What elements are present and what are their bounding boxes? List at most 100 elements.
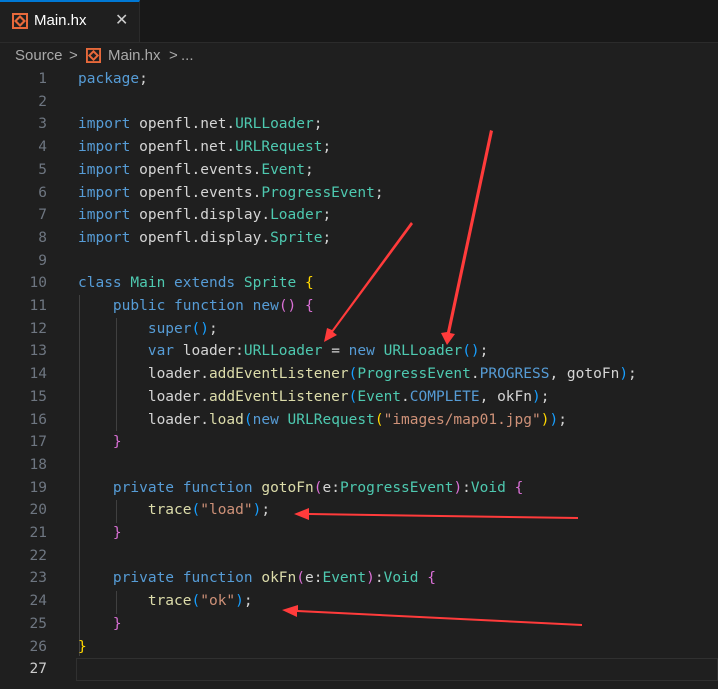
code-token: ; (374, 184, 384, 201)
code-token: ; (479, 343, 489, 360)
code-line[interactable]: 6 import openfl.events.ProgressEvent; (0, 182, 718, 205)
code-line[interactable]: 9 (0, 250, 718, 273)
code-line[interactable]: 16 loader.load(new URLRequest("images/ma… (0, 409, 718, 432)
code-line[interactable]: 14 loader.addEventListener(ProgressEvent… (0, 363, 718, 386)
code-token: . (470, 366, 480, 383)
code-line[interactable]: 20 trace("load"); (0, 499, 718, 522)
code-token: COMPLETE (409, 388, 480, 405)
code-line[interactable]: 18 (0, 454, 718, 477)
code-token: var (147, 343, 175, 360)
code-line[interactable]: 24 trace("ok"); (0, 590, 718, 613)
code-line[interactable]: 26} (0, 636, 718, 659)
code-token: ( (191, 502, 201, 519)
code-editor[interactable]: 1 package; 2 3 import openfl.net.URLLoader; 4… (0, 68, 718, 689)
code-token: { (427, 570, 436, 587)
line-number: 19 (29, 479, 47, 496)
line-code: import openfl.display.Sprite; (78, 227, 331, 250)
code-line[interactable]: 2 (0, 91, 718, 114)
code-token: ( (243, 411, 253, 428)
code-token: Event (322, 570, 367, 587)
line-number: 7 (38, 207, 47, 224)
code-token: ; (243, 593, 253, 610)
line-code: package; (78, 68, 148, 91)
chevron-right-icon: > (69, 47, 78, 64)
code-token: openfl.events. (130, 184, 262, 201)
line-number: 26 (29, 638, 47, 655)
code-line[interactable]: 12 super(); (0, 318, 718, 341)
code-token: ; (139, 71, 148, 87)
code-line[interactable]: 27 (0, 658, 718, 681)
code-token: "ok" (200, 593, 236, 610)
code-line[interactable]: 22 (0, 545, 718, 568)
code-token: okFn (497, 388, 532, 405)
code-line[interactable]: 1 package; (0, 68, 718, 91)
code-line[interactable]: 7 import openfl.display.Loader; (0, 204, 718, 227)
code-token: "images/map01.jpg" (383, 411, 541, 428)
code-line[interactable]: 10 class Main extends Sprite { (0, 272, 718, 295)
code-token: openfl.display. (130, 229, 271, 246)
code-line[interactable]: 23 private function okFn(e:Event):Void { (0, 567, 718, 590)
line-number: 21 (29, 525, 47, 541)
code-line[interactable]: 8 import openfl.display.Sprite; (0, 227, 718, 250)
line-number: 10 (29, 275, 47, 292)
code-token: new (252, 298, 279, 314)
code-token: Void (383, 570, 419, 587)
close-icon[interactable]: ✕ (115, 10, 128, 30)
code-token: private (112, 570, 175, 587)
line-number: 12 (29, 320, 47, 337)
code-token: super (147, 320, 192, 337)
code-token: ( (191, 593, 201, 610)
line-number: 24 (29, 593, 47, 610)
haxe-icon (12, 13, 28, 29)
line-number: 9 (38, 252, 47, 269)
line-code: loader.addEventListener(ProgressEvent.PR… (78, 363, 637, 386)
breadcrumb-file[interactable]: Main.hx (108, 47, 161, 64)
code-token: ProgressEvent (357, 366, 471, 383)
line-number: 14 (29, 366, 47, 383)
code-line[interactable]: 3 import openfl.net.URLLoader; (0, 113, 718, 136)
line-code: private function okFn(e:Event):Void { (78, 567, 436, 590)
code-line[interactable]: 4 import openfl.net.URLRequest; (0, 136, 718, 159)
breadcrumb-folder[interactable]: Source (15, 47, 63, 64)
code-token: ) (619, 366, 629, 383)
line-number: 11 (29, 298, 47, 314)
line-code: import openfl.display.Loader; (78, 204, 331, 227)
code-token: ; (313, 116, 323, 133)
code-line[interactable]: 21 } (0, 522, 718, 545)
line-number: 27 (29, 661, 47, 678)
code-line[interactable]: 25 } (0, 613, 718, 636)
code-token: () (278, 298, 297, 314)
chevron-right-icon: > (169, 47, 178, 64)
line-number: 18 (29, 456, 47, 473)
tab-main-hx[interactable]: Main.hx ✕ (0, 0, 140, 42)
code-line[interactable]: 5 import openfl.events.Event; (0, 159, 718, 182)
code-line[interactable]: 13 var loader:URLLoader = new URLLoader(… (0, 340, 718, 363)
code-line[interactable]: 19 private function gotoFn(e:ProgressEve… (0, 477, 718, 500)
code-token: package (78, 71, 140, 87)
breadcrumb-more[interactable]: ... (181, 47, 194, 64)
line-code: import openfl.net.URLLoader; (78, 113, 322, 136)
code-token: import (78, 207, 131, 224)
code-token: ProgressEvent (339, 479, 454, 496)
code-token: import (78, 139, 131, 156)
line-code: super(); (78, 318, 218, 341)
code-line[interactable]: 17 } (0, 431, 718, 454)
code-line[interactable]: 15 loader.addEventListener(Event.COMPLET… (0, 386, 718, 409)
code-token: PROGRESS (479, 366, 550, 383)
code-token: private (112, 479, 175, 496)
code-line[interactable]: 11 public function new() { (0, 295, 718, 318)
line-code: import openfl.events.Event; (78, 159, 314, 182)
code-token: ( (374, 411, 384, 428)
